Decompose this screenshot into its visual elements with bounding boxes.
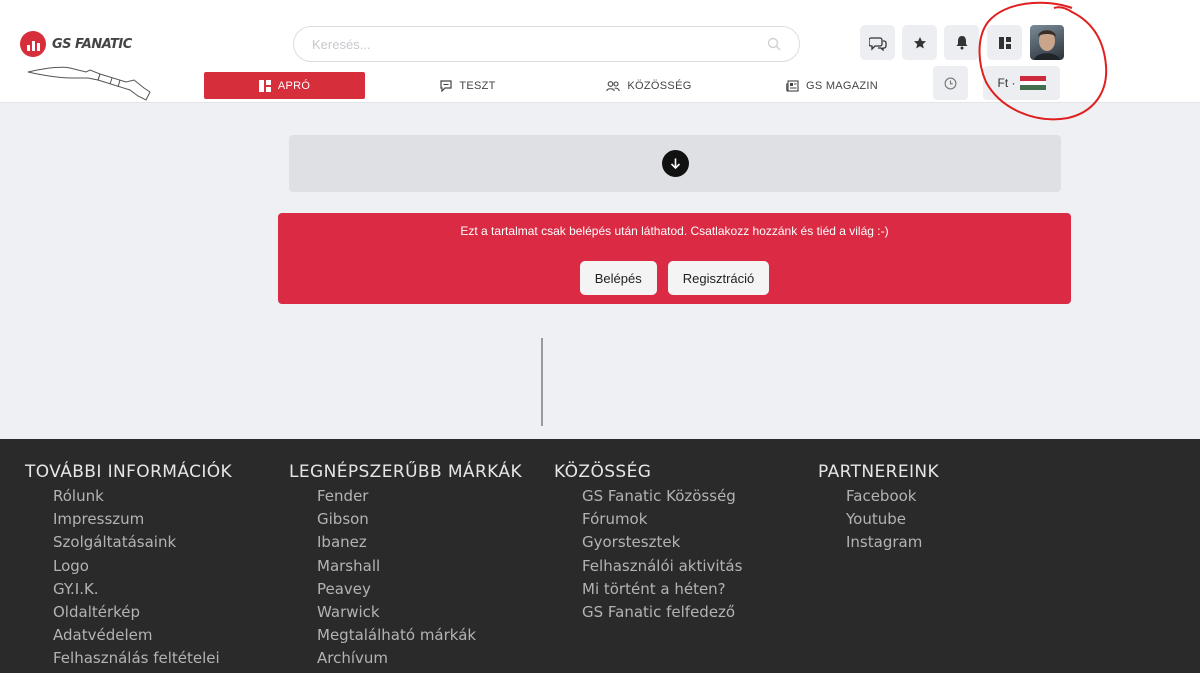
footer-column-partners: PARTNEREINK Facebook Youtube Instagram	[818, 462, 939, 555]
footer-link[interactable]: Fender	[317, 485, 522, 508]
site-header: GS FANATIC Keresés... APRÓ TESZT KÖZÖSSÉ…	[0, 0, 1200, 121]
ad-banner[interactable]	[289, 135, 1061, 192]
footer-link[interactable]: Felhasználás feltételei	[53, 647, 232, 670]
footer-link[interactable]: Adatvédelem	[53, 624, 232, 647]
login-button[interactable]: Belépés	[579, 261, 657, 295]
notifications-button[interactable]	[944, 25, 979, 60]
chat-icon	[868, 36, 887, 51]
nav-item-apro[interactable]: APRÓ	[204, 72, 365, 99]
arrow-down-icon	[670, 158, 680, 170]
site-footer: TOVÁBBI INFORMÁCIÓK Rólunk Impresszum Sz…	[0, 439, 1200, 673]
login-actions: Belépés Regisztráció	[278, 261, 1071, 295]
footer-link[interactable]: Logo	[53, 555, 232, 578]
footer-heading: KÖZÖSSÉG	[554, 462, 652, 482]
footer-link[interactable]: Facebook	[846, 485, 939, 508]
footer-link[interactable]: Gibson	[317, 508, 522, 531]
nav-label: TESZT	[459, 79, 496, 92]
clock-icon	[944, 77, 957, 89]
register-button[interactable]: Regisztráció	[667, 261, 770, 295]
user-avatar[interactable]	[1030, 25, 1064, 60]
footer-link[interactable]: GS Fanatic felfedező	[582, 601, 742, 624]
scroll-down-button[interactable]	[661, 150, 689, 177]
footer-link[interactable]: Rólunk	[53, 485, 232, 508]
newspaper-icon	[786, 79, 799, 92]
footer-link[interactable]: Warwick	[317, 601, 522, 624]
footer-heading: PARTNEREINK	[818, 462, 940, 482]
history-button[interactable]	[933, 66, 968, 100]
footer-heading: TOVÁBBI INFORMÁCIÓK	[25, 462, 233, 482]
dashboard-icon	[998, 36, 1011, 49]
logo-mark-icon	[20, 31, 46, 57]
footer-link[interactable]: GY.I.K.	[53, 578, 232, 601]
bell-icon	[956, 36, 967, 50]
footer-link[interactable]: Ibanez	[317, 531, 522, 554]
search-bar[interactable]	[293, 26, 800, 62]
nav-label: APRÓ	[277, 79, 311, 92]
footer-link[interactable]: Gyorstesztek	[582, 531, 742, 554]
currency-label: Ft ·	[997, 76, 1016, 90]
footer-link[interactable]: GS Fanatic Közösség	[582, 485, 742, 508]
users-icon	[606, 80, 621, 91]
currency-language-selector[interactable]: Ft ·	[983, 66, 1060, 100]
login-required-message: Ezt a tartalmat csak belépés után láthat…	[460, 224, 889, 238]
footer-link[interactable]: Fórumok	[582, 508, 742, 531]
login-required-alert: Ezt a tartalmat csak belépés után láthat…	[278, 213, 1071, 304]
footer-link[interactable]: Felhasználói aktivitás	[582, 555, 742, 578]
dashboard-button[interactable]	[987, 25, 1022, 60]
nav-item-teszt[interactable]: TESZT	[404, 72, 532, 99]
comment-icon	[440, 79, 452, 92]
footer-link[interactable]: Szolgáltatásaink	[53, 531, 232, 554]
nav-label: GS MAGAZIN	[805, 79, 879, 92]
footer-link[interactable]: Archívum	[317, 647, 522, 670]
footer-column-info: TOVÁBBI INFORMÁCIÓK Rólunk Impresszum Sz…	[25, 462, 232, 671]
footer-link[interactable]: Mi történt a héten?	[582, 578, 742, 601]
footer-column-community: KÖZÖSSÉG GS Fanatic Közösség Fórumok Gyo…	[554, 462, 742, 624]
avatar-photo	[1034, 30, 1060, 60]
footer-link[interactable]: Oldaltérkép	[53, 601, 232, 624]
search-icon[interactable]	[767, 37, 781, 51]
favorites-button[interactable]	[902, 25, 937, 60]
footer-heading: LEGNÉPSZERŰBB MÁRKÁK	[289, 462, 522, 482]
search-input[interactable]	[312, 36, 767, 52]
hungarian-flag-icon	[1019, 76, 1046, 91]
site-logo[interactable]: GS FANATIC	[20, 30, 132, 58]
nav-item-kozosseg[interactable]: KÖZÖSSÉG	[583, 72, 715, 99]
footer-link[interactable]: Youtube	[846, 508, 939, 531]
logo-text: GS FANATIC	[52, 36, 132, 52]
footer-link[interactable]: Marshall	[317, 555, 522, 578]
footer-link[interactable]: Impresszum	[53, 508, 232, 531]
nav-item-gs-magazin[interactable]: GS MAGAZIN	[770, 72, 894, 99]
hand-drawn-circle-annotation	[978, 1, 1108, 121]
nav-label: KÖZÖSSÉG	[627, 79, 692, 92]
footer-link[interactable]: Megtalálható márkák	[317, 624, 522, 647]
footer-column-brands: LEGNÉPSZERŰBB MÁRKÁK Fender Gibson Ibane…	[289, 462, 522, 671]
grid-icon	[258, 79, 271, 92]
footer-link[interactable]: Instagram	[846, 531, 939, 554]
star-icon	[913, 36, 926, 48]
messages-button[interactable]	[860, 25, 895, 60]
vertical-divider	[541, 338, 543, 426]
guitar-jack-icon	[27, 66, 151, 101]
footer-link[interactable]: Peavey	[317, 578, 522, 601]
